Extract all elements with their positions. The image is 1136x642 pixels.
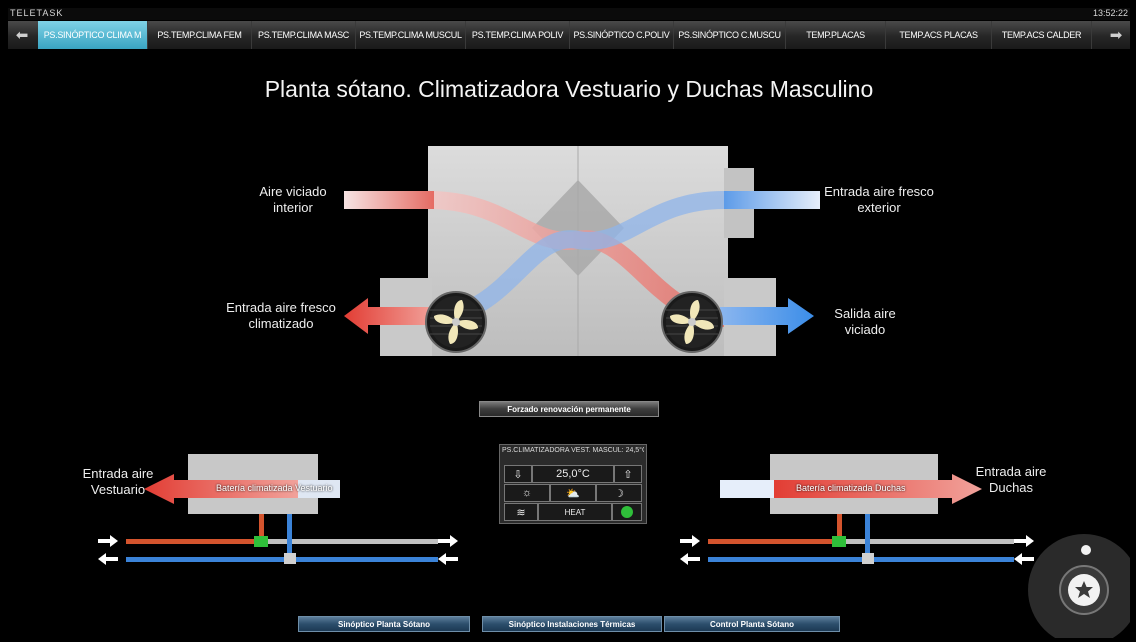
setpoint-value: 25,0°C: [532, 465, 614, 483]
mode-value[interactable]: HEAT: [538, 503, 612, 521]
temp-up-icon[interactable]: ⇧: [614, 465, 642, 483]
stale-air-inlet: [344, 191, 434, 209]
quick-menu-wheel: [1028, 534, 1130, 638]
fresh-air-inlet: [724, 191, 820, 209]
thermostat-panel: PS.CLIMATIZADORA VEST. MASCUL: 24,5°C ⇩ …: [499, 444, 647, 524]
fan-icon: [661, 291, 723, 353]
nav-sinoptico-planta-sotano[interactable]: Sinóptico Planta Sótano: [298, 616, 470, 632]
label-salida-aire-viciado: Salida aire viciado: [834, 306, 896, 337]
label-entrada-aire-fresco-climatizado: Entrada aire fresco climatizado: [226, 300, 336, 331]
thermostat-header: PS.CLIMATIZADORA VEST. MASCUL: 24,5°C: [502, 447, 644, 454]
power-icon[interactable]: [612, 503, 642, 521]
fan-speed-icon[interactable]: ≋: [504, 503, 538, 521]
forzado-renovacion-button[interactable]: Forzado renovación permanente: [479, 401, 659, 417]
label-entrada-aire-duchas: Entrada aire Duchas: [975, 464, 1047, 495]
lightbulb-icon: [1081, 545, 1091, 555]
label-entrada-aire-vestuario: Entrada aire Vestuario: [82, 466, 154, 497]
label-bateria-vestuario: Batería climatizada Vestuario: [216, 483, 333, 493]
scada-screen: TELETASK 13:52:22 ⬅ PS.SINÓPTICO CLIMA M…: [8, 8, 1130, 638]
air-handler-diagram: [98, 146, 1130, 638]
label-bateria-duchas: Batería climatizada Duchas: [796, 483, 906, 493]
nav-control-planta-sotano[interactable]: Control Planta Sótano: [664, 616, 840, 632]
sun-icon[interactable]: ☼: [504, 484, 550, 502]
temp-down-icon[interactable]: ⇩: [504, 465, 532, 483]
nav-sinoptico-instalaciones-termicas[interactable]: Sinóptico Instalaciones Térmicas: [482, 616, 662, 632]
moon-icon[interactable]: ☽: [596, 484, 642, 502]
cloud-sun-icon[interactable]: ⛅: [550, 484, 596, 502]
label-aire-viciado-interior: Aire viciado interior: [259, 184, 327, 215]
fan-icon: [425, 291, 487, 353]
label-entrada-aire-fresco-exterior: Entrada aire fresco exterior: [824, 184, 934, 215]
